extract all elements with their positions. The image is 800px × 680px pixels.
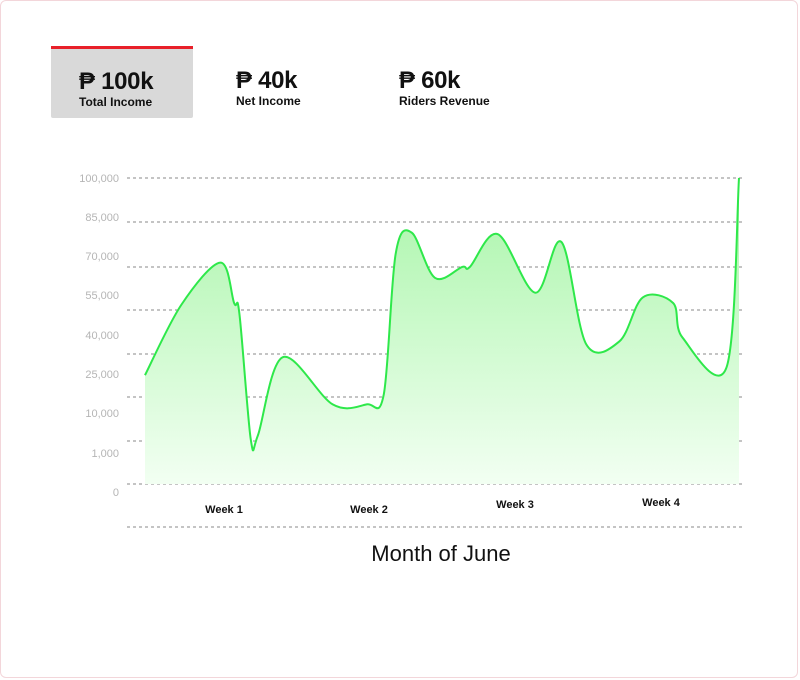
income-area-chart: 100,000 85,000 70,000 55,000 40,000 25,000 10,… [79, 173, 743, 566]
x-axis-ticks: Week 1 Week 2 Week 3 Week 4 [205, 497, 681, 516]
y-tick-label: 70,000 [85, 251, 119, 263]
y-tick-label: 40,000 [85, 330, 119, 342]
y-tick-label: 10,000 [85, 408, 119, 420]
x-tick-label: Week 3 [496, 499, 534, 511]
y-axis-ticks: 100,000 85,000 70,000 55,000 40,000 25,000 10,… [79, 173, 119, 499]
y-tick-label: 85,000 [85, 212, 119, 224]
y-tick-label: 1,000 [91, 448, 119, 460]
area-fill [145, 178, 739, 484]
x-tick-label: Week 4 [642, 497, 681, 509]
dashboard-card: ₱ 100k Total Income ₱ 40k Net Income ₱ 6… [0, 0, 798, 678]
x-axis-title: Month of June [371, 541, 510, 566]
y-tick-label: 55,000 [85, 290, 119, 302]
x-tick-label: Week 2 [350, 504, 388, 516]
y-tick-label: 25,000 [85, 369, 119, 381]
y-tick-label: 100,000 [79, 173, 119, 185]
y-tick-label: 0 [113, 487, 119, 499]
x-tick-label: Week 1 [205, 504, 243, 516]
area-series [144, 177, 740, 484]
